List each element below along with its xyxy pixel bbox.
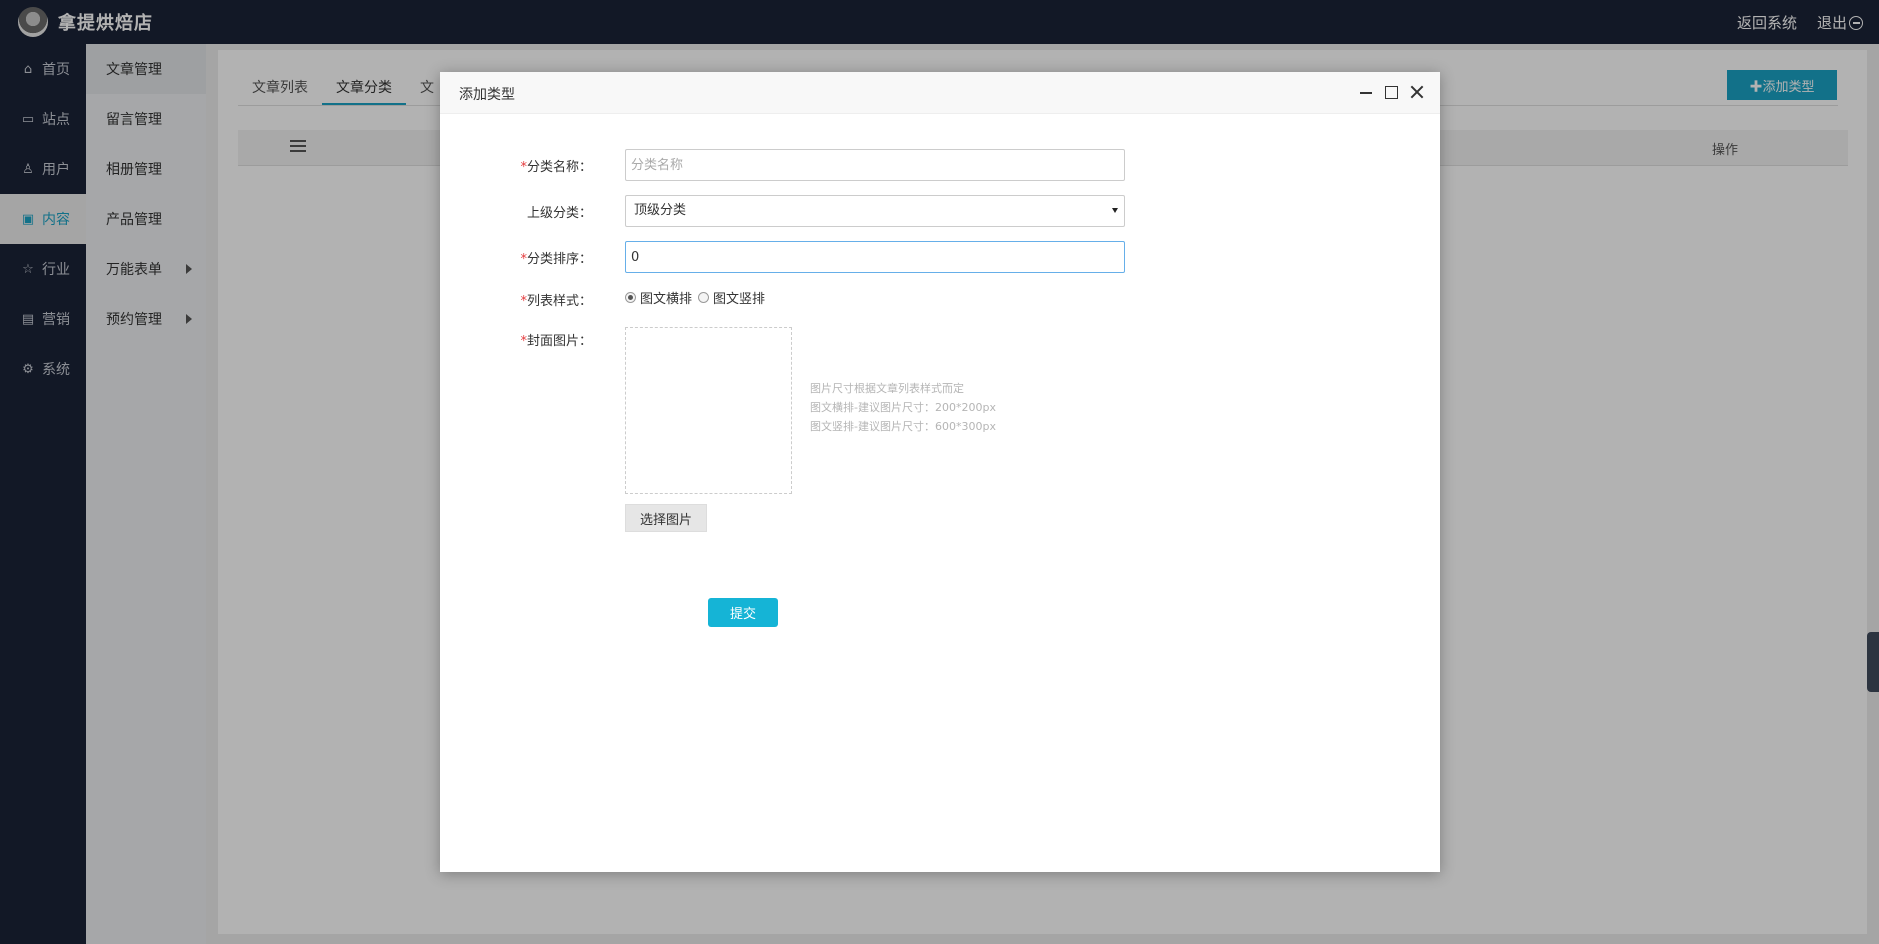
style-horizontal-label: 图文横排 (640, 292, 693, 307)
close-icon[interactable] (1410, 85, 1424, 99)
hint-line: 图文竖排-建议图片尺寸：600*300px (810, 420, 996, 433)
style-vertical-radio[interactable] (698, 292, 710, 303)
dialog-header: 添加类型 (440, 72, 1440, 114)
side-handle[interactable] (1867, 632, 1879, 692)
category-sort-input[interactable] (625, 241, 1125, 273)
submit-button[interactable]: 提交 (708, 598, 778, 627)
maximize-icon[interactable] (1385, 85, 1398, 99)
cover-label: *封面图片： (520, 334, 592, 349)
style-vertical-label: 图文竖排 (713, 292, 766, 307)
cover-image-hints: 图片尺寸根据文章列表样式而定 图文横排-建议图片尺寸：200*200px 图文竖… (810, 379, 996, 436)
style-label: *列表样式： (520, 294, 592, 309)
minimize-icon[interactable] (1359, 85, 1373, 99)
dialog-title: 添加类型 (459, 87, 515, 103)
parent-category-value: 顶级分类 (634, 203, 687, 218)
style-horizontal-radio[interactable] (625, 292, 636, 303)
dropdown-arrow-icon (1112, 208, 1118, 213)
category-name-input[interactable] (625, 149, 1125, 181)
name-label: *分类名称： (520, 160, 592, 175)
parent-label: 上级分类： (526, 206, 592, 221)
dialog-controls (1359, 85, 1424, 99)
sort-label: *分类排序： (520, 252, 592, 267)
hint-line: 图片尺寸根据文章列表样式而定 (810, 382, 964, 395)
list-style-radio-group: 图文横排 图文竖排 (625, 288, 771, 307)
hint-line: 图文横排-建议图片尺寸：200*200px (810, 401, 996, 414)
parent-category-select[interactable]: 顶级分类 (625, 195, 1125, 227)
choose-image-button[interactable]: 选择图片 (625, 504, 707, 532)
add-type-dialog: 添加类型 *分类名称： 上级分类： 顶级分类 *分类排序： *列表样式： 图文横… (440, 72, 1440, 872)
cover-image-preview[interactable] (625, 327, 792, 494)
